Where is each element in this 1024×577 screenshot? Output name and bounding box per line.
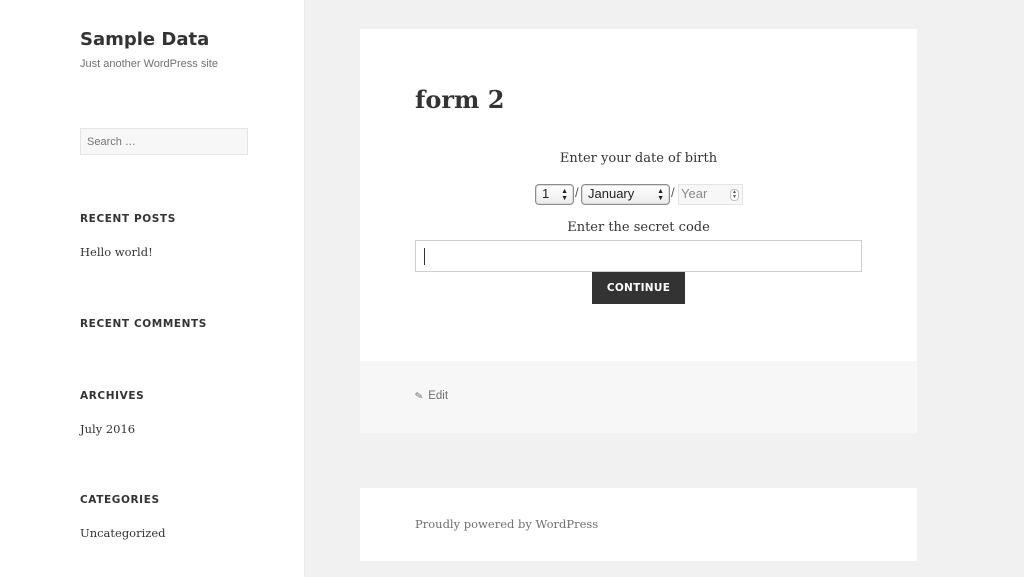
continue-button[interactable]: CONTINUE [592, 272, 685, 304]
categories-title: CATEGORIES [80, 494, 160, 506]
site-title[interactable]: Sample Data [80, 29, 209, 50]
archive-link[interactable]: July 2016 [80, 422, 135, 436]
secret-code-input[interactable] [415, 240, 862, 272]
updown-arrows-icon: ▲ ▼ [657, 188, 664, 202]
entry-card: form 2 Enter your date of birth 1 ▲ ▼ / J… [360, 29, 917, 433]
page-title: form 2 [415, 85, 505, 114]
edit-label: Edit [428, 390, 449, 402]
spinner-icon[interactable]: ▲ ▼ [730, 189, 739, 201]
secret-code-label: Enter the secret code [567, 220, 710, 235]
day-select[interactable]: 1 ▲ ▼ [535, 184, 574, 205]
entry-footer: ✎ Edit [360, 361, 917, 433]
archives-title: ARCHIVES [80, 390, 145, 402]
recent-posts-title: RECENT POSTS [80, 213, 176, 225]
year-placeholder: Year [681, 186, 708, 201]
search-input[interactable] [80, 128, 248, 155]
month-value: January [588, 186, 635, 201]
date-separator: / [575, 185, 579, 200]
pencil-icon: ✎ [414, 390, 425, 403]
text-caret [424, 248, 425, 265]
month-select[interactable]: January ▲ ▼ [581, 184, 670, 205]
dob-label: Enter your date of birth [559, 151, 718, 166]
powered-by-link[interactable]: Proudly powered by WordPress [415, 517, 598, 531]
category-link[interactable]: Uncategorized [80, 526, 166, 540]
site-footer: Proudly powered by WordPress [360, 488, 917, 561]
sidebar: Sample Data Just another WordPress site … [0, 0, 304, 577]
recent-post-link[interactable]: Hello world! [80, 245, 153, 259]
day-value: 1 [542, 186, 550, 201]
year-input[interactable]: Year ▲ ▼ [678, 184, 743, 205]
site-description: Just another WordPress site [80, 58, 218, 70]
recent-comments-title: RECENT COMMENTS [80, 318, 207, 330]
date-separator: / [671, 185, 675, 200]
edit-link[interactable]: ✎ Edit [414, 390, 449, 403]
updown-arrows-icon: ▲ ▼ [561, 188, 568, 202]
